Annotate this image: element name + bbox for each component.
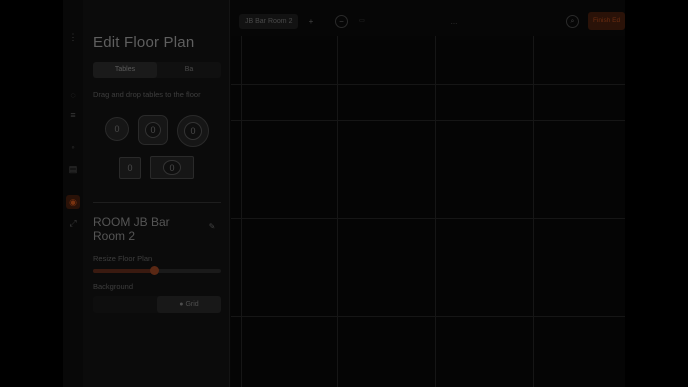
edit-room-icon[interactable]: ✎ [207,222,217,232]
grid-line [435,36,436,387]
background-selector: ● Grid [93,296,221,313]
table-seat-count: 0 [150,124,156,135]
slider-thumb[interactable] [150,266,160,275]
table-template-round-large[interactable]: 0 [177,115,209,147]
zoom-level: ▭ [359,18,365,24]
table-seat-count: 0 [190,126,196,136]
table-seat-count: 0 [169,162,175,173]
table-template-rounded-square[interactable]: 0 [138,115,168,145]
resize-label: Resize Floor Plan [93,254,153,263]
table-template-round[interactable]: 0 [105,117,129,141]
page-title: Edit Floor Plan [93,34,195,51]
resize-slider[interactable] [93,266,221,275]
tab-tables[interactable]: Tables [93,62,157,78]
divider [93,202,221,203]
grid-line [231,84,625,85]
table-inner: 0 [163,160,181,175]
table-inner: 0 [144,121,162,139]
table-template-rectangle[interactable]: 0 [150,156,194,179]
edit-floor-plan-panel: Edit Floor Plan Tables Ba Drag and drop … [83,0,230,387]
grid-line [337,36,338,387]
grid-line [533,36,534,387]
table-inner: 0 [184,122,202,140]
finish-editing-button[interactable]: Finish Ed [588,12,625,30]
search-icon[interactable]: ⌕ [566,15,579,28]
grid-line [231,120,625,121]
grid-line [231,316,625,317]
floor-plan-toolbar: JB Bar Room 2 + − ▭ ... ⌕ Finish Ed [231,0,625,36]
room-name: ROOM JB Bar Room 2 [93,215,170,243]
check-icon: ● [179,301,184,308]
table-seat-count: 0 [114,124,120,134]
grid-line [241,36,242,387]
table-template-square[interactable]: 0 [119,157,141,179]
tab-bar[interactable]: Ba [157,62,221,78]
floor-plan-canvas[interactable] [231,36,625,387]
panel-tabs: Tables Ba [93,62,221,78]
room-tab[interactable]: JB Bar Room 2 [239,14,299,29]
more-icon[interactable]: ... [447,14,461,29]
zoom-out-button[interactable]: − [335,15,348,28]
floor-plan-icon[interactable]: ◉ [66,195,80,209]
settings-icon[interactable]: ◦ [68,142,78,152]
table-seat-count: 0 [127,163,133,173]
list-icon[interactable]: ≡ [68,110,78,120]
background-label: Background [93,282,134,291]
add-room-button[interactable]: + [305,14,317,29]
background-option-label: Grid [185,301,199,308]
grid-line [231,218,625,219]
link-icon[interactable]: ⤢ [68,218,78,228]
side-rail [63,0,83,387]
table-icon[interactable]: ◌ [68,90,78,100]
background-option-grid[interactable]: ● Grid [157,296,221,313]
grid-icon[interactable]: ▤ [68,164,78,174]
menu-icon[interactable]: ⋮ [68,32,78,42]
slider-fill [93,269,155,273]
drag-hint: Drag and drop tables to the floor [93,90,201,99]
background-option-none[interactable] [93,296,157,313]
